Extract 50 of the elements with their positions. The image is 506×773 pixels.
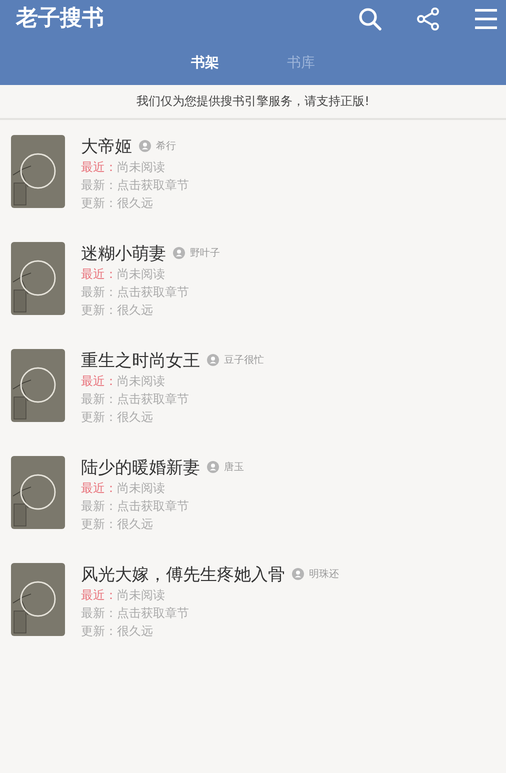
user-icon	[139, 140, 151, 152]
info-value: 尚未阅读	[117, 159, 165, 176]
share-icon[interactable]	[416, 7, 440, 31]
info-value: 很久远	[117, 623, 153, 640]
info-value: 点击获取章节	[117, 177, 189, 194]
user-icon	[207, 461, 219, 473]
info-label: 最近：	[81, 159, 117, 176]
info-value: 很久远	[117, 195, 153, 212]
info-value: 尚未阅读	[117, 587, 165, 604]
info-label: 最近：	[81, 480, 117, 497]
info-label: 更新：	[81, 516, 117, 533]
tab[interactable]: 书架	[183, 50, 227, 76]
info-label: 更新：	[81, 623, 117, 640]
user-icon	[173, 247, 185, 259]
info-value: 尚未阅读	[117, 266, 165, 283]
info-label: 更新：	[81, 409, 117, 426]
info-label: 最新：	[81, 284, 117, 301]
book-title[interactable]: 风光大嫁，傅先生疼她入骨	[81, 562, 285, 586]
info-value: 很久远	[117, 409, 153, 426]
info-value: 很久远	[117, 302, 153, 319]
book-title[interactable]: 迷糊小萌妻	[81, 242, 166, 264]
info-value: 尚未阅读	[117, 373, 165, 390]
info-label: 最新：	[81, 177, 117, 194]
user-icon	[292, 568, 304, 580]
info-value: 点击获取章节	[117, 391, 189, 408]
info-value: 点击获取章节	[117, 284, 189, 301]
info-value: 点击获取章节	[117, 498, 189, 515]
info-label: 最新：	[81, 498, 117, 515]
book-title[interactable]: 大帝姬	[81, 134, 132, 158]
author-name: 明珠还	[309, 568, 339, 581]
user-icon	[207, 354, 219, 366]
author-name: 唐玉	[224, 460, 244, 474]
info-label: 更新：	[81, 302, 117, 319]
info-label: 最新：	[81, 605, 117, 622]
book-title[interactable]: 陆少的暖婚新妻	[81, 456, 200, 478]
author-name: 豆子很忙	[224, 354, 264, 367]
book-title[interactable]: 重生之时尚女王	[81, 348, 200, 372]
info-value: 点击获取章节	[117, 605, 189, 622]
info-label: 最近：	[81, 373, 117, 390]
app-title: 老子搜书	[16, 6, 104, 32]
info-value: 尚未阅读	[117, 480, 165, 497]
info-label: 最近：	[81, 266, 117, 283]
author-name: 希行	[156, 140, 176, 153]
info-value: 很久远	[117, 516, 153, 533]
info-label: 最近：	[81, 587, 117, 604]
author-name: 野叶子	[190, 246, 220, 260]
search-icon[interactable]	[358, 7, 382, 31]
menu-icon[interactable]	[474, 7, 498, 31]
info-label: 更新：	[81, 195, 117, 212]
info-label: 最新：	[81, 391, 117, 408]
